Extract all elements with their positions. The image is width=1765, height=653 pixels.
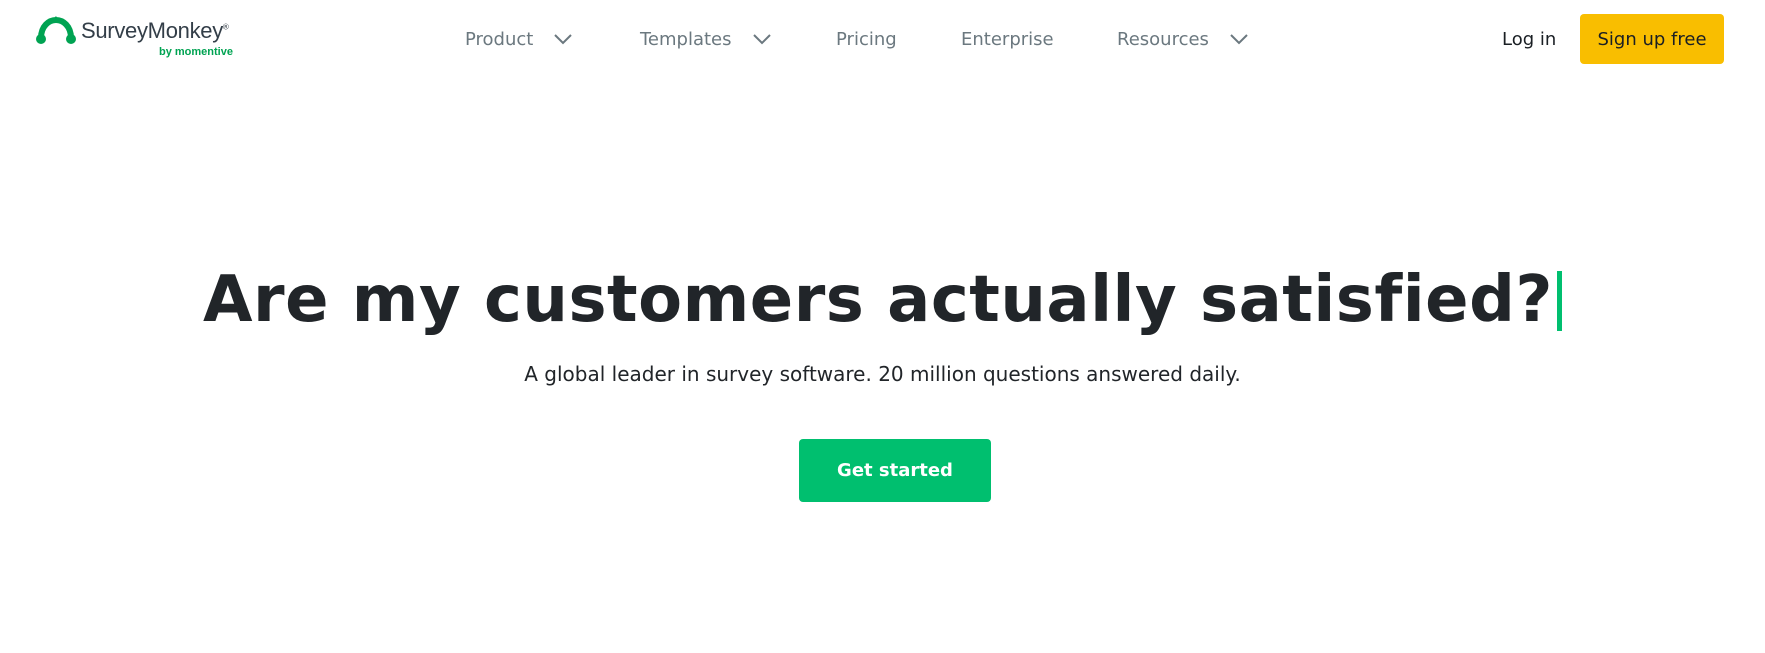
chevron-down-icon bbox=[554, 34, 573, 45]
site-header: SurveyMonkey® by momentive Product Templ… bbox=[0, 0, 1765, 80]
nav-item-resources[interactable]: Resources bbox=[1117, 22, 1249, 56]
hero-title-text: Are my customers actually satisfied? bbox=[202, 263, 1554, 337]
nav-item-label: Product bbox=[465, 28, 534, 50]
get-started-button[interactable]: Get started bbox=[799, 439, 991, 502]
chevron-down-icon bbox=[752, 34, 771, 45]
nav-item-label: Resources bbox=[1117, 28, 1209, 50]
chevron-down-icon bbox=[1230, 34, 1248, 45]
monkey-logo-icon bbox=[36, 16, 76, 44]
nav-item-templates[interactable]: Templates bbox=[640, 22, 772, 56]
hero-title: Are my customers actually satisfied? bbox=[0, 260, 1765, 340]
nav-item-enterprise[interactable]: Enterprise bbox=[961, 22, 1054, 56]
signup-button[interactable]: Sign up free bbox=[1580, 14, 1724, 64]
hero-subtitle: A global leader in survey software. 20 m… bbox=[524, 362, 1241, 386]
login-link[interactable]: Log in bbox=[1502, 22, 1556, 56]
nav-item-product[interactable]: Product bbox=[465, 22, 573, 56]
nav-item-label: Pricing bbox=[836, 28, 897, 50]
nav-item-label: Enterprise bbox=[961, 28, 1054, 50]
typing-cursor bbox=[1557, 271, 1563, 331]
nav-item-label: Templates bbox=[640, 28, 732, 50]
logo-tagline: by momentive bbox=[159, 46, 233, 58]
logo-wordmark: SurveyMonkey® bbox=[81, 18, 229, 43]
page: SurveyMonkey® by momentive Product Templ… bbox=[0, 0, 1765, 653]
nav-item-pricing[interactable]: Pricing bbox=[836, 22, 897, 56]
surveymonkey-logo[interactable]: SurveyMonkey® by momentive bbox=[35, 14, 255, 64]
